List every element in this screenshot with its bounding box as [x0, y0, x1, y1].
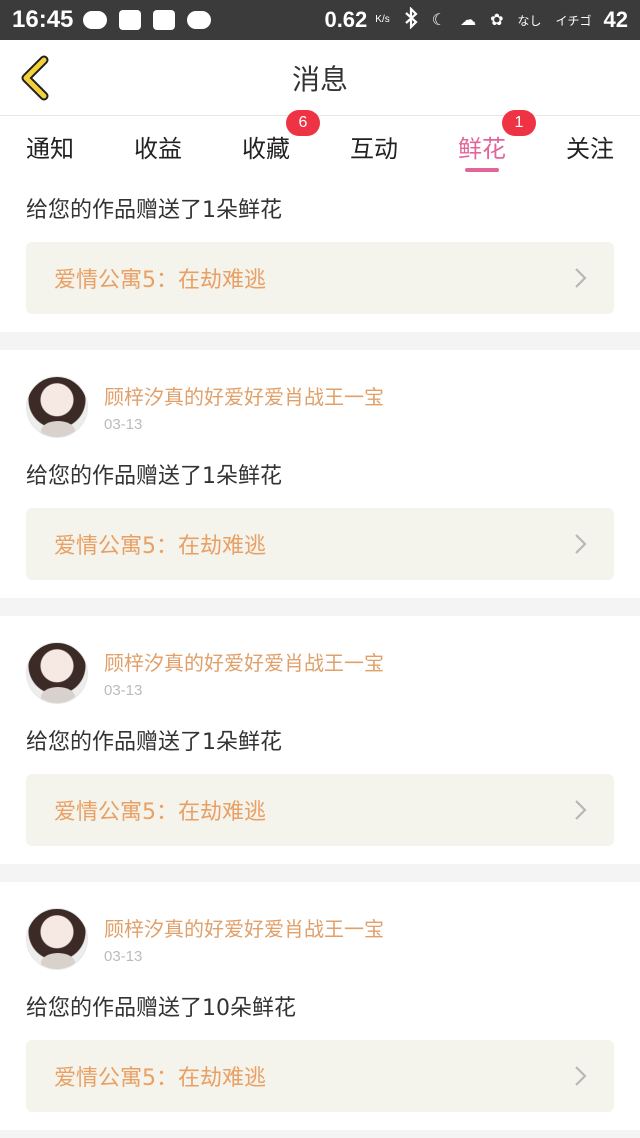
tab-label: 关注: [566, 134, 614, 163]
notification-icons: [83, 10, 212, 30]
message-card: 顾梓汐真的好爱好爱肖战王一宝 03-13 给您的作品赠送了10朵鲜花 爱情公寓5…: [0, 882, 640, 1130]
user-info: 顾梓汐真的好爱好爱肖战王一宝 03-13: [104, 647, 384, 699]
system-icons: ☾ ☁ ✿ なし イチゴ: [404, 5, 592, 34]
tab-label: 鲜花: [458, 134, 506, 163]
work-title: 爱情公寓5：在劫难逃: [54, 1066, 266, 1091]
tab-favorites[interactable]: 收藏 6: [242, 110, 320, 176]
message-card: 顾梓汐真的好爱好爱肖战王一宝 03-13 给您的作品赠送了1朵鲜花 爱情公寓5：…: [0, 616, 640, 864]
work-title: 爱情公寓5：在劫难逃: [54, 268, 266, 293]
chevron-right-icon: [575, 800, 587, 820]
message-text: 给您的作品赠送了1朵鲜花: [26, 198, 282, 223]
tab-label: 通知: [26, 134, 74, 163]
status-time: 16:45: [12, 6, 74, 33]
work-title: 爱情公寓5：在劫难逃: [54, 800, 266, 825]
image-icon: [153, 10, 176, 30]
message-header: 顾梓汐真的好爱好爱肖战王一宝 03-13: [26, 350, 614, 438]
message-text: 给您的作品赠送了1朵鲜花: [26, 730, 282, 755]
avatar[interactable]: [26, 908, 88, 970]
tab-label: 收益: [134, 134, 182, 163]
message-card: 给您的作品赠送了1朵鲜花 爱情公寓5：在劫难逃: [0, 176, 640, 332]
user-info: 顾梓汐真的好爱好爱肖战王一宝 03-13: [104, 381, 384, 433]
status-text-2: イチゴ: [555, 13, 592, 28]
status-bar: 16:45 0.62 K/s ☾ ☁ ✿ なし イチゴ 42: [0, 0, 640, 40]
tab-label: 收藏: [242, 134, 290, 163]
cloud-icon: ☁: [460, 12, 477, 29]
flowers-count-badge: 1: [502, 110, 536, 136]
avatar[interactable]: [26, 376, 88, 438]
user-name[interactable]: 顾梓汐真的好爱好爱肖战王一宝: [104, 381, 384, 410]
favorites-count-badge: 6: [286, 110, 320, 136]
qq-icon: [119, 10, 142, 30]
message-date: 03-13: [104, 682, 143, 699]
tab-notify[interactable]: 通知: [26, 116, 74, 176]
work-link[interactable]: 爱情公寓5：在劫难逃: [26, 242, 614, 314]
avatar[interactable]: [26, 642, 88, 704]
bluetooth-icon: [404, 5, 418, 34]
status-text-1: なし: [517, 13, 542, 28]
network-speed: 0.62: [324, 7, 368, 32]
active-tab-indicator: [465, 168, 499, 172]
nav-bar: 消息: [0, 40, 640, 116]
message-date: 03-13: [104, 416, 143, 433]
tab-earnings[interactable]: 收益: [134, 116, 182, 176]
tab-interaction[interactable]: 互动: [350, 116, 398, 176]
flower-icon: ✿: [490, 12, 504, 29]
message-icon: [187, 11, 212, 29]
chevron-right-icon: [575, 1066, 587, 1086]
work-link[interactable]: 爱情公寓5：在劫难逃: [26, 1040, 614, 1112]
back-arrow-icon: [21, 55, 49, 101]
message-header: 顾梓汐真的好爱好爱肖战王一宝 03-13: [26, 616, 614, 704]
page-title: 消息: [291, 62, 348, 96]
back-button[interactable]: [14, 54, 58, 102]
tab-label: 互动: [350, 134, 398, 163]
message-card: 顾梓汐真的好爱好爱肖战王一宝 03-13 给您的作品赠送了1朵鲜花 爱情公寓5：…: [0, 350, 640, 598]
work-link[interactable]: 爱情公寓5：在劫难逃: [26, 774, 614, 846]
message-text: 给您的作品赠送了1朵鲜花: [26, 464, 282, 489]
user-name[interactable]: 顾梓汐真的好爱好爱肖战王一宝: [104, 647, 384, 676]
tab-bar: 通知 收益 收藏 6 互动 鲜花 1 关注: [0, 110, 640, 176]
chat-icon: [83, 11, 108, 29]
user-name[interactable]: 顾梓汐真的好爱好爱肖战王一宝: [104, 913, 384, 942]
battery-level: 42: [603, 7, 628, 32]
tab-flowers[interactable]: 鲜花 1: [458, 110, 536, 176]
user-info: 顾梓汐真的好爱好爱肖战王一宝 03-13: [104, 913, 384, 965]
message-date: 03-13: [104, 948, 143, 965]
chevron-right-icon: [575, 534, 587, 554]
message-header: 顾梓汐真的好爱好爱肖战王一宝 03-13: [26, 882, 614, 970]
work-link[interactable]: 爱情公寓5：在劫难逃: [26, 508, 614, 580]
message-text: 给您的作品赠送了10朵鲜花: [26, 996, 296, 1021]
work-title: 爱情公寓5：在劫难逃: [54, 534, 266, 559]
network-speed-unit: K/s: [375, 14, 390, 25]
chevron-right-icon: [575, 268, 587, 288]
moon-icon: ☾: [431, 12, 447, 29]
tab-follow[interactable]: 关注: [566, 116, 614, 176]
